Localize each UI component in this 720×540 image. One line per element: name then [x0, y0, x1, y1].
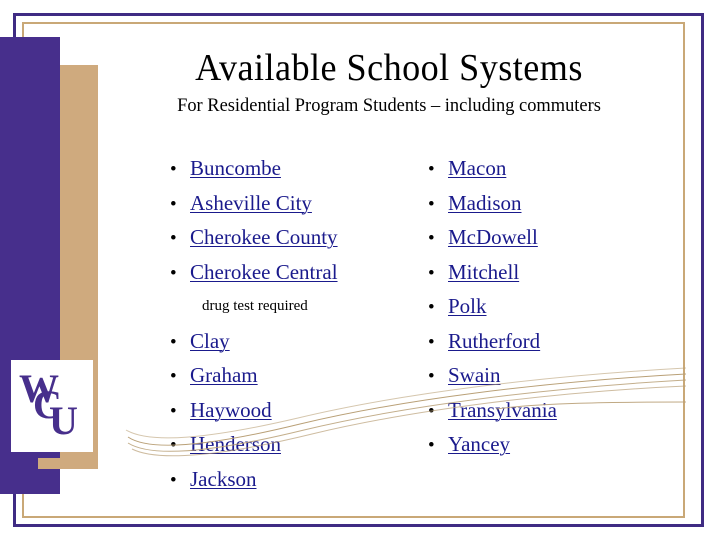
list-note: drug test required [166, 294, 406, 329]
bullet-icon: • [428, 193, 435, 215]
list-item[interactable]: • Rutherford [424, 329, 674, 364]
list-item[interactable]: • Yancey [424, 432, 674, 467]
school-system-link[interactable]: McDowell [448, 225, 538, 249]
bullet-icon: • [428, 400, 435, 422]
list-item[interactable]: • Jackson [166, 467, 406, 502]
bullet-icon: • [428, 159, 435, 180]
school-system-link[interactable]: Graham [190, 363, 258, 387]
list-item[interactable]: • Haywood [166, 398, 406, 433]
page-title: Available School Systems [195, 47, 583, 89]
list-item[interactable]: • Polk [424, 294, 674, 329]
list-item[interactable]: • Asheville City [166, 191, 406, 226]
school-system-link[interactable]: Rutherford [448, 329, 540, 353]
list-item[interactable]: • Graham [166, 363, 406, 398]
note-text: drug test required [202, 298, 308, 314]
title-block: Available School Systems For Residential… [104, 46, 674, 118]
bullet-icon: • [428, 435, 435, 456]
school-system-link[interactable]: Swain [448, 363, 501, 387]
school-system-link[interactable]: Buncombe [190, 156, 281, 180]
bullet-icon: • [170, 331, 177, 353]
school-system-link[interactable]: Cherokee County [190, 225, 338, 249]
bullet-icon: • [428, 366, 435, 387]
school-system-link[interactable]: Transylvania [448, 398, 557, 422]
bullet-icon: • [428, 297, 435, 318]
school-list-right: • Macon • Madison • McDowell • Mitchell • Polk • Ru… [424, 156, 674, 467]
list-item[interactable]: • Clay [166, 329, 406, 364]
school-system-link[interactable]: Asheville City [190, 191, 312, 215]
bullet-icon: • [170, 366, 177, 387]
list-item[interactable]: • Buncombe [166, 156, 406, 191]
bullet-icon: • [170, 193, 177, 215]
slide-canvas: W C U Available School Systems For Resid… [0, 0, 720, 540]
bullet-icon: • [170, 262, 177, 284]
school-system-link[interactable]: Cherokee Central [190, 260, 338, 284]
bullet-icon: • [170, 400, 177, 422]
school-system-link[interactable]: Henderson [190, 432, 281, 456]
school-system-link[interactable]: Macon [448, 156, 506, 180]
bullet-icon: • [170, 228, 177, 249]
school-system-link[interactable]: Yancey [448, 432, 510, 456]
wcu-logo: W C U [11, 360, 93, 452]
bullet-icon: • [170, 435, 177, 456]
bullet-icon: • [428, 228, 435, 249]
list-item[interactable]: • McDowell [424, 225, 674, 260]
school-system-link[interactable]: Jackson [190, 467, 257, 491]
school-list-left: • Buncombe • Asheville City • Cherokee County… [166, 156, 406, 501]
school-system-link[interactable]: Madison [448, 191, 522, 215]
bullet-icon: • [170, 159, 177, 180]
list-item[interactable]: • Transylvania [424, 398, 674, 433]
school-system-link[interactable]: Mitchell [448, 260, 519, 284]
list-item[interactable]: • Cherokee County [166, 225, 406, 260]
list-item[interactable]: • Macon [424, 156, 674, 191]
list-item[interactable]: • Mitchell [424, 260, 674, 295]
list-item[interactable]: • Madison [424, 191, 674, 226]
school-system-link[interactable]: Haywood [190, 398, 272, 422]
svg-text:U: U [49, 398, 78, 443]
list-item[interactable]: • Cherokee Central [166, 260, 406, 295]
page-subtitle: For Residential Program Students – inclu… [177, 95, 601, 116]
school-system-link[interactable]: Clay [190, 329, 230, 353]
bullet-icon: • [170, 469, 177, 491]
list-item[interactable]: • Swain [424, 363, 674, 398]
school-system-link[interactable]: Polk [448, 294, 487, 318]
bullet-icon: • [428, 331, 435, 353]
bullet-icon: • [428, 262, 435, 284]
list-item[interactable]: • Henderson [166, 432, 406, 467]
